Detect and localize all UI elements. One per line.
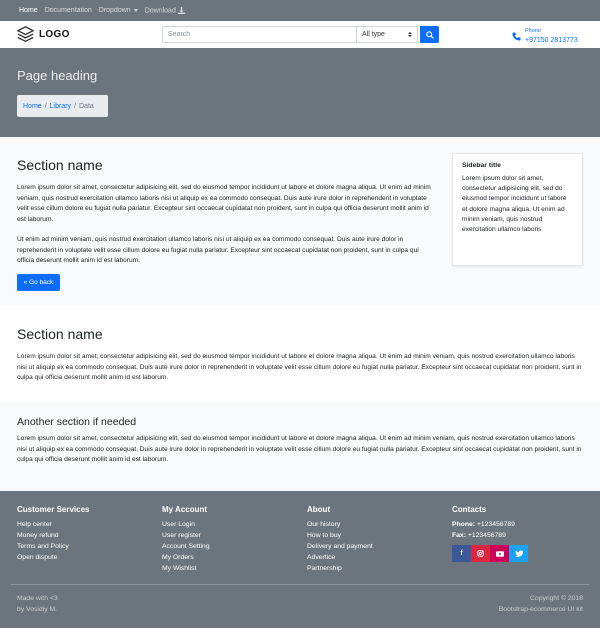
footer-copyright: Copyright © 2018 Bootstrap-ecommerce UI … [499, 593, 583, 615]
made-with-text: Made with <3 [17, 595, 58, 602]
top-navbar: Home Documentation Dropdown Download [0, 0, 600, 21]
footer-heading: Contacts [452, 505, 487, 514]
section-title: Section name [17, 326, 103, 342]
section-paragraph: Lorem ipsum dolor sit amet, consectetur … [17, 184, 431, 223]
type-select[interactable]: All type [357, 26, 418, 43]
footer-link[interactable]: Our history [307, 519, 373, 530]
logo[interactable]: LOGO [17, 26, 70, 43]
section-extra: Another section if needed Lorem ipsum do… [0, 402, 600, 491]
breadcrumb-separator: / [44, 102, 47, 110]
search-button[interactable] [420, 26, 439, 43]
site-header: LOGO Search All type Phone +97150 281377… [0, 21, 600, 48]
footer-about: About Our history How to buy Delivery an… [307, 505, 373, 574]
search-input[interactable]: Search [162, 26, 357, 43]
sidebar-title: Sidebar title [462, 162, 501, 169]
phone-number[interactable]: +97150 2813773 [525, 36, 578, 45]
type-select-value: All type [362, 31, 385, 38]
footer-link[interactable]: Advertice [307, 552, 373, 563]
footer-link[interactable]: Money refund [17, 530, 89, 541]
breadcrumb-current: Data [79, 102, 94, 110]
author-text: by Vosidiy M. [17, 606, 58, 613]
nav-download-label: Download [144, 7, 176, 15]
footer-link[interactable]: User Login [162, 519, 210, 530]
ui-kit-text: Bootstrap-ecommerce UI kit [498, 606, 583, 613]
section-paragraph: Lorem ipsum dolor sit amet, consectetur … [17, 435, 582, 463]
logo-icon [17, 26, 34, 43]
nav-dropdown-label: Dropdown [98, 7, 131, 14]
instagram-icon[interactable] [471, 545, 490, 562]
footer-link[interactable]: Delivery and payment [307, 541, 373, 552]
select-arrows-icon [408, 32, 412, 37]
footer-link[interactable]: My Orders [162, 552, 210, 563]
section-main: Section name Lorem ipsum dolor sit amet,… [0, 137, 600, 306]
download-icon [177, 6, 185, 14]
footer-heading: Customer Services [17, 505, 90, 514]
footer-phone-value: +123456789 [476, 521, 515, 528]
footer-phone: Phone: +123456789 [452, 519, 528, 530]
nav-home[interactable]: Home [19, 7, 38, 14]
footer-credits: Made with <3 by Vosidiy M. [17, 593, 58, 615]
footer-heading: About [307, 505, 331, 514]
footer-link[interactable]: Help center [17, 519, 89, 530]
page-title: Page heading [17, 68, 98, 83]
go-back-button[interactable]: « Go back [17, 274, 60, 291]
site-footer: Customer Services Help center Money refu… [0, 491, 600, 628]
facebook-icon[interactable]: f [452, 545, 471, 562]
phone-label: Phone [525, 28, 541, 34]
section-secondary: Section name Lorem ipsum dolor sit amet,… [0, 306, 600, 402]
search-icon [425, 30, 434, 39]
logo-text: LOGO [39, 29, 70, 40]
youtube-icon[interactable] [490, 545, 509, 562]
footer-link[interactable]: My Wishlist [162, 563, 210, 574]
nav-dropdown[interactable]: Dropdown [99, 7, 138, 14]
nav-documentation[interactable]: Documentation [45, 7, 92, 14]
footer-divider [11, 584, 589, 585]
breadcrumb-home[interactable]: Home [23, 103, 42, 110]
breadcrumb-library[interactable]: Library [50, 103, 71, 110]
section-paragraph: Ut enim ad minim veniam, quis nostrud ex… [17, 236, 419, 264]
breadcrumb-separator: / [74, 102, 76, 110]
footer-link[interactable]: Open dispute [17, 552, 89, 563]
twitter-icon[interactable] [509, 545, 528, 562]
footer-contacts: Contacts Phone: +123456789 Fax: +1234567… [452, 505, 528, 562]
chevron-down-icon [133, 8, 138, 12]
header-phone: Phone +97150 2813773 [512, 27, 578, 45]
footer-customer-services: Customer Services Help center Money refu… [17, 505, 89, 563]
footer-phone-label: Phone: [452, 521, 476, 528]
page-heading-section: Page heading Home / Library / Data [0, 48, 600, 137]
footer-link[interactable]: Terms and Policy [17, 541, 89, 552]
copyright-text: Copyright © 2018 [530, 595, 583, 602]
footer-fax-value: +123456789 [467, 532, 506, 539]
phone-icon [512, 31, 521, 41]
footer-fax-label: Fax: [452, 532, 466, 539]
nav-download[interactable]: Download [144, 6, 185, 15]
sidebar-text: Lorem ipsum dolor sit amet, consectetur … [462, 175, 567, 234]
social-links: f [452, 545, 528, 562]
section-paragraph: Lorem ipsum dolor sit amet, consectetur … [17, 353, 582, 381]
footer-link[interactable]: Partnership [307, 563, 373, 574]
breadcrumb: Home / Library / Data [17, 95, 108, 117]
footer-link[interactable]: Account Setting [162, 541, 210, 552]
footer-heading: My Account [162, 505, 208, 514]
footer-fax: Fax: +123456789 [452, 530, 528, 541]
footer-link[interactable]: User register [162, 530, 210, 541]
section-title: Section name [17, 157, 103, 173]
footer-my-account: My Account User Login User register Acco… [162, 505, 210, 574]
section-title: Another section if needed [17, 416, 137, 428]
footer-link[interactable]: How to buy [307, 530, 373, 541]
sidebar-card: Sidebar title Lorem ipsum dolor sit amet… [452, 153, 583, 266]
search-form: Search All type [162, 26, 439, 43]
